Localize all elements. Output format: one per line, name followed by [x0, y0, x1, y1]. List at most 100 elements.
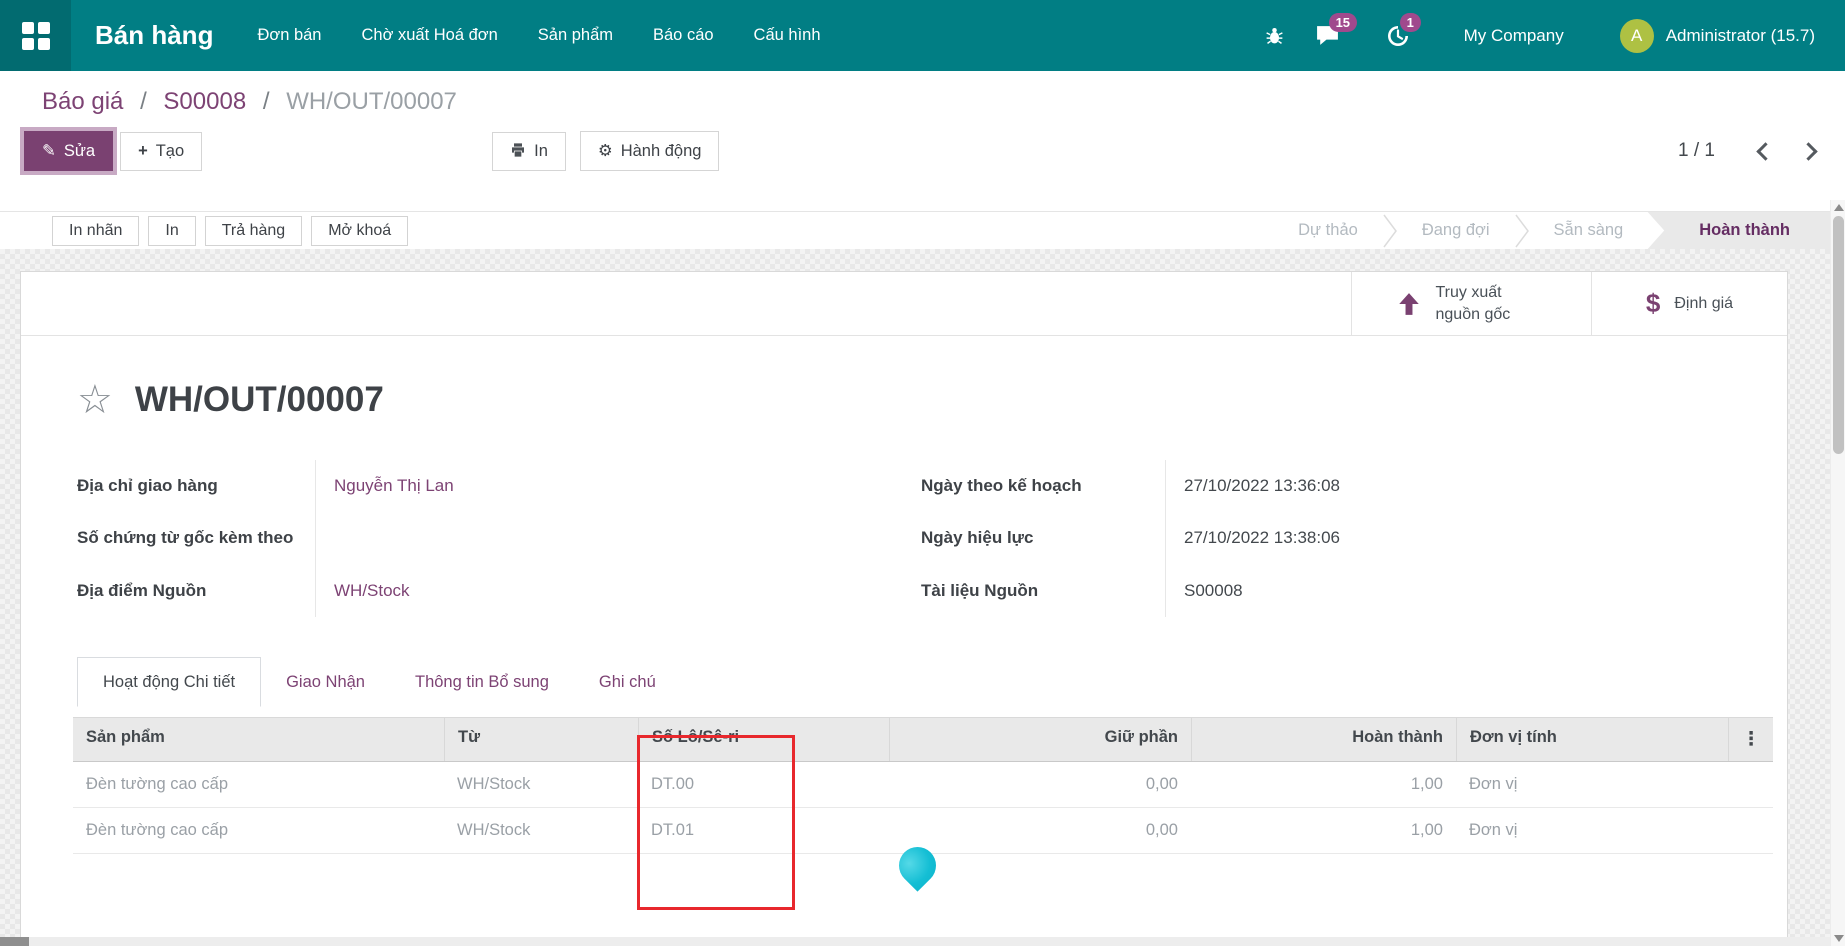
scroll-down-arrow-icon[interactable] [1834, 935, 1844, 942]
debug-bug-icon[interactable] [1264, 25, 1285, 46]
field-value-origin-documents[interactable] [315, 512, 887, 564]
field-value-source-location[interactable]: WH/Stock [315, 565, 887, 617]
pager-next-icon[interactable] [1799, 142, 1817, 160]
apps-grid-icon [22, 22, 50, 50]
field-value-effective-date[interactable]: 27/10/2022 13:38:06 [1165, 512, 1721, 564]
optional-columns-icon[interactable]: ⋮ [1728, 718, 1773, 761]
breadcrumb: Báo giá / S00008 / WH/OUT/00007 [0, 71, 1845, 116]
control-panel-buttons: ✎Sửa +Tạo In ⚙Hành động 1 / 1 [20, 131, 1821, 171]
cell-lot: DT.00 [638, 762, 889, 807]
operations-table: Sản phẩm Từ Số Lô/Sê-ri Giữ phần Hoàn th… [73, 717, 1773, 854]
field-label-delivery-address: Địa chỉ giao hàng [77, 460, 315, 512]
cell-reserved: 0,00 [889, 808, 1191, 853]
breadcrumb-link-quotations[interactable]: Báo giá [42, 88, 123, 115]
content-area: Truy xuất nguồn gốc $ Định giá ☆ WH/OUT/… [0, 249, 1845, 946]
menu-item-reporting[interactable]: Báo cáo [653, 26, 714, 45]
control-panel: Báo giá / S00008 / WH/OUT/00007 ✎Sửa +Tạ… [0, 71, 1845, 211]
apps-menu-button[interactable] [0, 0, 71, 71]
activities-clock-icon[interactable]: 1 [1386, 24, 1410, 48]
scroll-up-arrow-icon[interactable] [1834, 204, 1844, 211]
cell-product: Đèn tường cao cấp [73, 762, 444, 807]
pager-previous-icon[interactable] [1756, 142, 1774, 160]
messages-badge: 15 [1329, 13, 1357, 32]
app-name[interactable]: Bán hàng [95, 20, 213, 51]
breadcrumb-current: WH/OUT/00007 [286, 88, 457, 115]
notebook-tabs: Hoạt động Chi tiết Giao Nhận Thông tin B… [77, 657, 1787, 707]
unlock-button[interactable]: Mở khoá [311, 216, 408, 246]
avatar: A [1620, 19, 1654, 53]
field-value-delivery-address[interactable]: Nguyễn Thị Lan [315, 460, 887, 512]
vertical-scrollbar[interactable] [1830, 200, 1845, 946]
table-header-row: Sản phẩm Từ Số Lô/Sê-ri Giữ phần Hoàn th… [73, 717, 1773, 762]
col-header-uom[interactable]: Đơn vị tính [1456, 718, 1728, 761]
activities-badge: 1 [1400, 13, 1421, 32]
field-group-left: Địa chỉ giao hàng Nguyễn Thị Lan Số chứn… [77, 460, 887, 617]
horizontal-scrollbar-thumb[interactable] [0, 937, 29, 946]
cell-uom: Đơn vị [1456, 808, 1728, 853]
stage-separator [1514, 212, 1530, 250]
cell-lot: DT.01 [638, 808, 889, 853]
menu-item-products[interactable]: Sản phẩm [538, 26, 613, 45]
statusbar: In nhãn In Trả hàng Mở khoá Dự thảo Đang… [0, 211, 1845, 249]
tab-delivery[interactable]: Giao Nhận [261, 657, 390, 707]
return-button[interactable]: Trả hàng [205, 216, 302, 246]
smart-button-strip: Truy xuất nguồn gốc $ Định giá [21, 272, 1787, 336]
odoo-app-window: Bán hàng Đơn bán Chờ xuất Hoá đơn Sản ph… [0, 0, 1845, 946]
edit-button[interactable]: ✎Sửa [24, 131, 113, 171]
stage-ready[interactable]: Sẵn sàng [1530, 212, 1648, 250]
pager-value: 1 / 1 [1678, 140, 1715, 162]
field-value-scheduled-date[interactable]: 27/10/2022 13:36:08 [1165, 460, 1721, 512]
col-header-lot-serial[interactable]: Số Lô/Sê-ri [638, 718, 889, 761]
col-header-product[interactable]: Sản phẩm [73, 718, 444, 761]
col-header-reserved[interactable]: Giữ phần [889, 718, 1191, 761]
tab-detailed-operations[interactable]: Hoạt động Chi tiết [77, 657, 261, 707]
field-label-source-location: Địa điểm Nguồn [77, 565, 315, 617]
field-label-origin-documents: Số chứng từ gốc kèm theo [77, 512, 315, 564]
tab-notes[interactable]: Ghi chú [574, 657, 681, 707]
action-menu-button[interactable]: ⚙Hành động [580, 131, 720, 171]
table-row[interactable]: Đèn tường cao cấp WH/Stock DT.00 0,00 1,… [73, 762, 1773, 808]
breadcrumb-link-order[interactable]: S00008 [163, 88, 246, 115]
favorite-star-icon[interactable]: ☆ [77, 380, 113, 420]
cell-reserved: 0,00 [889, 762, 1191, 807]
cell-done: 1,00 [1191, 762, 1456, 807]
col-header-from[interactable]: Từ [444, 718, 638, 761]
stage-draft[interactable]: Dự thảo [1274, 212, 1382, 250]
cell-product: Đèn tường cao cấp [73, 808, 444, 853]
valuation-smart-button[interactable]: $ Định giá [1591, 272, 1787, 335]
print-labels-button[interactable]: In nhãn [52, 216, 139, 246]
field-group-right: Ngày theo kế hoạch 27/10/2022 13:36:08 N… [921, 460, 1721, 617]
vertical-scrollbar-thumb[interactable] [1833, 216, 1844, 454]
tab-additional-info[interactable]: Thông tin Bổ sung [390, 657, 574, 707]
user-name: Administrator (15.7) [1666, 26, 1815, 46]
pager: 1 / 1 [1678, 140, 1821, 162]
company-switcher[interactable]: My Company [1464, 26, 1564, 46]
cell-from: WH/Stock [444, 762, 638, 807]
stage-waiting[interactable]: Đang đợi [1398, 212, 1514, 250]
menu-item-to-invoice[interactable]: Chờ xuất Hoá đơn [361, 26, 497, 45]
field-value-source-document[interactable]: S00008 [1165, 565, 1721, 617]
status-pipeline: Dự thảo Đang đợi Sẵn sàng Hoàn thành [1274, 212, 1845, 250]
cell-uom: Đơn vị [1456, 762, 1728, 807]
cell-done: 1,00 [1191, 808, 1456, 853]
print-button[interactable]: In [492, 132, 566, 171]
menu-item-configuration[interactable]: Cấu hình [754, 26, 821, 45]
horizontal-scrollbar[interactable] [0, 937, 1830, 946]
field-label-effective-date: Ngày hiệu lực [921, 512, 1165, 564]
print-button-small[interactable]: In [148, 216, 195, 246]
create-button[interactable]: +Tạo [120, 132, 202, 171]
arrow-up-icon [1396, 291, 1422, 317]
stage-separator [1382, 212, 1398, 250]
gear-icon: ⚙ [598, 142, 613, 160]
record-title-row: ☆ WH/OUT/00007 [77, 380, 1787, 420]
form-sheet: Truy xuất nguồn gốc $ Định giá ☆ WH/OUT/… [20, 271, 1788, 946]
messages-icon[interactable]: 15 [1315, 24, 1340, 47]
breadcrumb-separator: / [263, 88, 270, 115]
stage-done[interactable]: Hoàn thành [1647, 212, 1845, 250]
col-header-done[interactable]: Hoàn thành [1191, 718, 1456, 761]
pencil-icon: ✎ [42, 142, 56, 160]
menu-item-orders[interactable]: Đơn bán [257, 26, 321, 45]
user-menu[interactable]: A Administrator (15.7) [1620, 19, 1815, 53]
navbar-systray: 15 1 My Company A Administrator (15.7) [1234, 19, 1845, 53]
traceability-smart-button[interactable]: Truy xuất nguồn gốc [1351, 272, 1591, 335]
